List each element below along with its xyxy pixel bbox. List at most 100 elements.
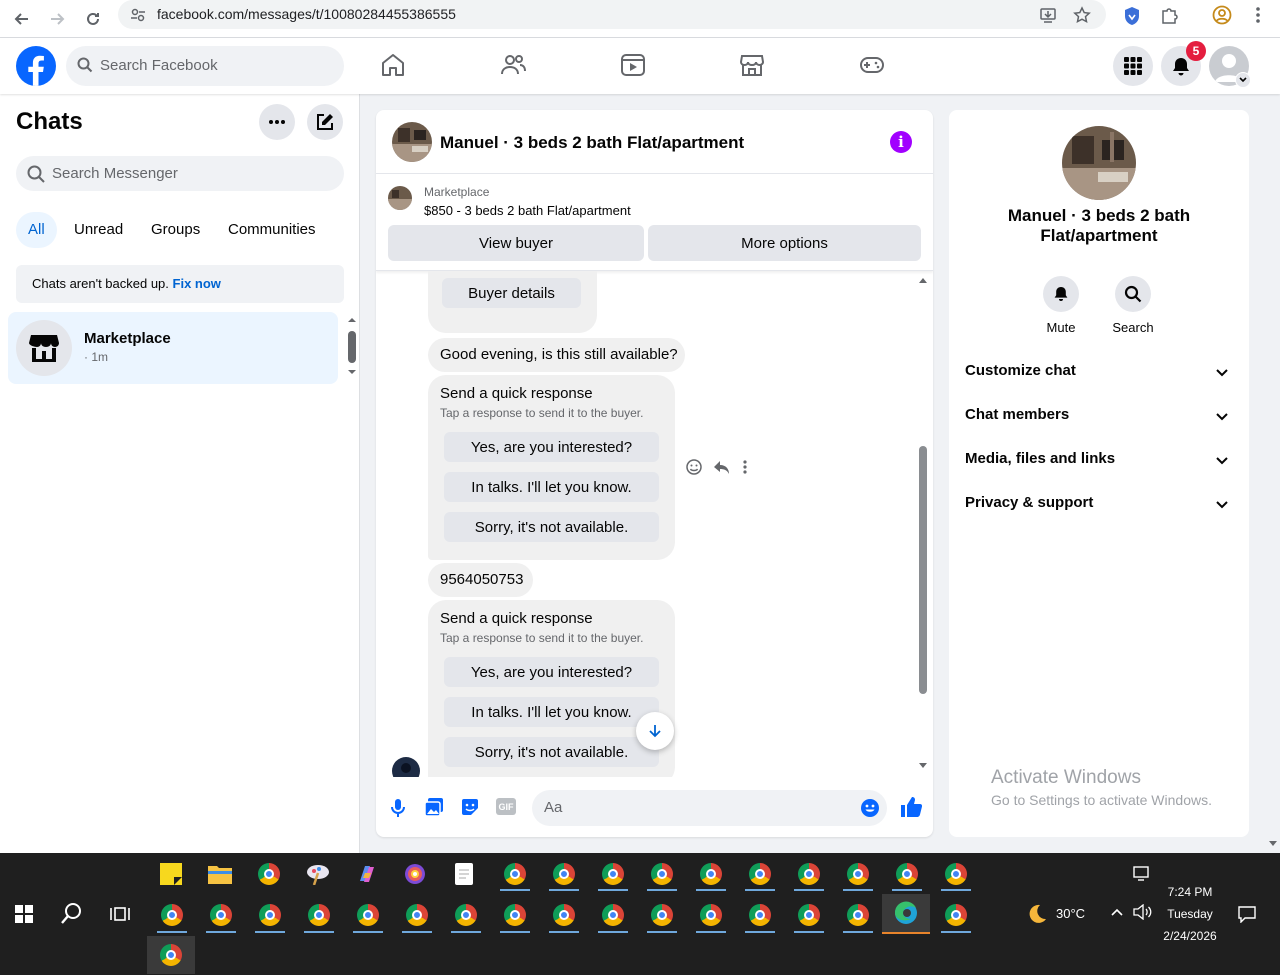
info-icon[interactable]: i bbox=[890, 131, 912, 153]
privacy-support-section[interactable]: Privacy & support bbox=[965, 494, 1233, 524]
page-scroll-down-icon[interactable] bbox=[1268, 840, 1278, 848]
chrome-profile-icon[interactable] bbox=[210, 904, 232, 926]
emoji-icon[interactable] bbox=[860, 798, 880, 818]
quick-response-yes[interactable]: Yes, are you interested? bbox=[444, 657, 659, 687]
chrome-active-button[interactable] bbox=[147, 936, 195, 974]
extension-shield-icon[interactable] bbox=[1123, 6, 1141, 26]
facebook-search-input[interactable]: Search Facebook bbox=[66, 46, 344, 86]
chrome-profile-icon[interactable] bbox=[896, 863, 918, 885]
chrome-profile-icon[interactable] bbox=[700, 863, 722, 885]
task-view-icon[interactable] bbox=[110, 905, 130, 923]
filter-tab-all[interactable]: All bbox=[16, 212, 57, 248]
chrome-profile-icon[interactable] bbox=[455, 904, 477, 926]
quick-response-sorry[interactable]: Sorry, it's not available. bbox=[444, 512, 659, 542]
network-desktop-icon[interactable] bbox=[1132, 866, 1152, 882]
chrome-profile-icon[interactable] bbox=[504, 904, 526, 926]
video-icon[interactable] bbox=[620, 52, 648, 80]
chrome-profile-icon[interactable] bbox=[847, 904, 869, 926]
chrome-icon[interactable] bbox=[258, 863, 280, 885]
install-app-icon[interactable] bbox=[1039, 6, 1057, 24]
extensions-puzzle-icon[interactable] bbox=[1159, 5, 1179, 25]
copilot-icon[interactable] bbox=[356, 863, 378, 885]
bookmark-star-icon[interactable] bbox=[1073, 6, 1091, 24]
chrome-profile-icon[interactable] bbox=[700, 904, 722, 926]
browser-menu-icon[interactable] bbox=[1250, 5, 1266, 25]
filter-tab-communities[interactable]: Communities bbox=[216, 212, 328, 248]
thumbs-up-icon[interactable] bbox=[900, 796, 922, 818]
gif-icon[interactable]: GIF bbox=[496, 798, 516, 815]
chrome-profile-icon[interactable] bbox=[553, 904, 575, 926]
search-icon[interactable] bbox=[61, 902, 83, 926]
chrome-profile-icon[interactable] bbox=[945, 904, 967, 926]
notepad-icon[interactable] bbox=[455, 863, 473, 885]
media-files-links-section[interactable]: Media, files and links bbox=[965, 450, 1233, 480]
forward-icon[interactable] bbox=[42, 4, 72, 34]
new-message-button[interactable] bbox=[307, 104, 343, 140]
url-text[interactable]: facebook.com/messages/t/1008028445538655… bbox=[157, 6, 456, 22]
message-bubble[interactable]: 9564050753 bbox=[428, 563, 533, 597]
clock-time[interactable]: 7:24 PM bbox=[1160, 885, 1220, 899]
notification-center-icon[interactable] bbox=[1238, 905, 1256, 923]
sidebar-scrollbar[interactable] bbox=[347, 316, 357, 376]
paint-icon[interactable] bbox=[306, 863, 330, 885]
scroll-to-bottom-button[interactable] bbox=[636, 712, 674, 750]
messenger-search-input[interactable]: Search Messenger bbox=[16, 156, 344, 191]
chrome-profile-icon[interactable] bbox=[308, 904, 330, 926]
filter-tab-groups[interactable]: Groups bbox=[139, 212, 212, 248]
menu-grid-button[interactable] bbox=[1113, 46, 1153, 86]
chevron-up-icon[interactable] bbox=[1110, 907, 1124, 917]
customize-chat-section[interactable]: Customize chat bbox=[965, 362, 1233, 392]
chrome-profile-icon[interactable] bbox=[357, 904, 379, 926]
listing-price[interactable]: $850 - 3 beds 2 bath Flat/apartment bbox=[424, 203, 631, 218]
sticker-icon[interactable] bbox=[460, 797, 480, 817]
quick-response-yes[interactable]: Yes, are you interested? bbox=[444, 432, 659, 462]
weather-moon-icon[interactable] bbox=[1026, 903, 1048, 925]
chat-members-section[interactable]: Chat members bbox=[965, 406, 1233, 436]
chrome-profile-icon[interactable] bbox=[406, 904, 428, 926]
attach-photo-icon[interactable] bbox=[424, 797, 444, 817]
react-emoji-icon[interactable] bbox=[685, 458, 703, 476]
chrome-profile-icon[interactable] bbox=[798, 863, 820, 885]
gaming-icon[interactable] bbox=[859, 52, 887, 80]
chrome-profile-icon[interactable] bbox=[259, 904, 281, 926]
chrome-profile-icon[interactable] bbox=[161, 904, 183, 926]
search-action[interactable]: Search bbox=[1098, 276, 1168, 335]
message-bubble[interactable]: Good evening, is this still available? bbox=[428, 338, 685, 372]
chrome-profile-icon[interactable] bbox=[504, 863, 526, 885]
mute-action[interactable]: Mute bbox=[1026, 276, 1096, 335]
friends-icon[interactable] bbox=[500, 52, 528, 80]
fix-now-link[interactable]: Fix now bbox=[173, 276, 221, 291]
chat-options-button[interactable] bbox=[259, 104, 295, 140]
chrome-profile-icon[interactable] bbox=[749, 904, 771, 926]
marketplace-icon[interactable] bbox=[739, 52, 767, 80]
quick-response-sorry[interactable]: Sorry, it's not available. bbox=[444, 737, 659, 767]
address-bar[interactable]: facebook.com/messages/t/1008028445538655… bbox=[118, 0, 1106, 29]
conversation-avatar[interactable] bbox=[392, 122, 432, 162]
microphone-icon[interactable] bbox=[389, 798, 407, 818]
chrome-profile-icon[interactable] bbox=[651, 863, 673, 885]
chrome-profile-icon[interactable] bbox=[945, 863, 967, 885]
windows-start-icon[interactable] bbox=[15, 905, 33, 923]
chat-list-item[interactable]: Marketplace · 1m bbox=[8, 312, 338, 384]
weather-temperature[interactable]: 30°C bbox=[1056, 906, 1085, 921]
conversation-title[interactable]: Manuel · 3 beds 2 bath Flat/apartment bbox=[440, 133, 744, 153]
sticky-notes-icon[interactable] bbox=[160, 863, 182, 885]
message-scrollbar-thumb[interactable] bbox=[919, 446, 927, 694]
chrome-profile-icon[interactable] bbox=[798, 904, 820, 926]
quick-response-in-talks[interactable]: In talks. I'll let you know. bbox=[444, 697, 659, 727]
buyer-details-button[interactable]: Buyer details bbox=[442, 278, 581, 308]
sender-avatar[interactable] bbox=[392, 757, 420, 777]
photos-app-icon[interactable] bbox=[404, 863, 426, 885]
home-icon[interactable] bbox=[380, 52, 408, 80]
file-explorer-icon[interactable] bbox=[208, 864, 232, 884]
chrome-profile-icon[interactable] bbox=[749, 863, 771, 885]
chrome-profile-icon[interactable] bbox=[651, 904, 673, 926]
view-buyer-button[interactable]: View buyer bbox=[388, 225, 644, 261]
clock-day[interactable]: Tuesday bbox=[1160, 907, 1220, 921]
chrome-profile-icon[interactable] bbox=[553, 863, 575, 885]
quick-response-in-talks[interactable]: In talks. I'll let you know. bbox=[444, 472, 659, 502]
chrome-profile-icon[interactable] bbox=[602, 904, 624, 926]
chevron-down-icon[interactable] bbox=[1235, 72, 1251, 88]
message-input[interactable]: Aa bbox=[532, 790, 887, 826]
volume-icon[interactable] bbox=[1132, 904, 1152, 920]
